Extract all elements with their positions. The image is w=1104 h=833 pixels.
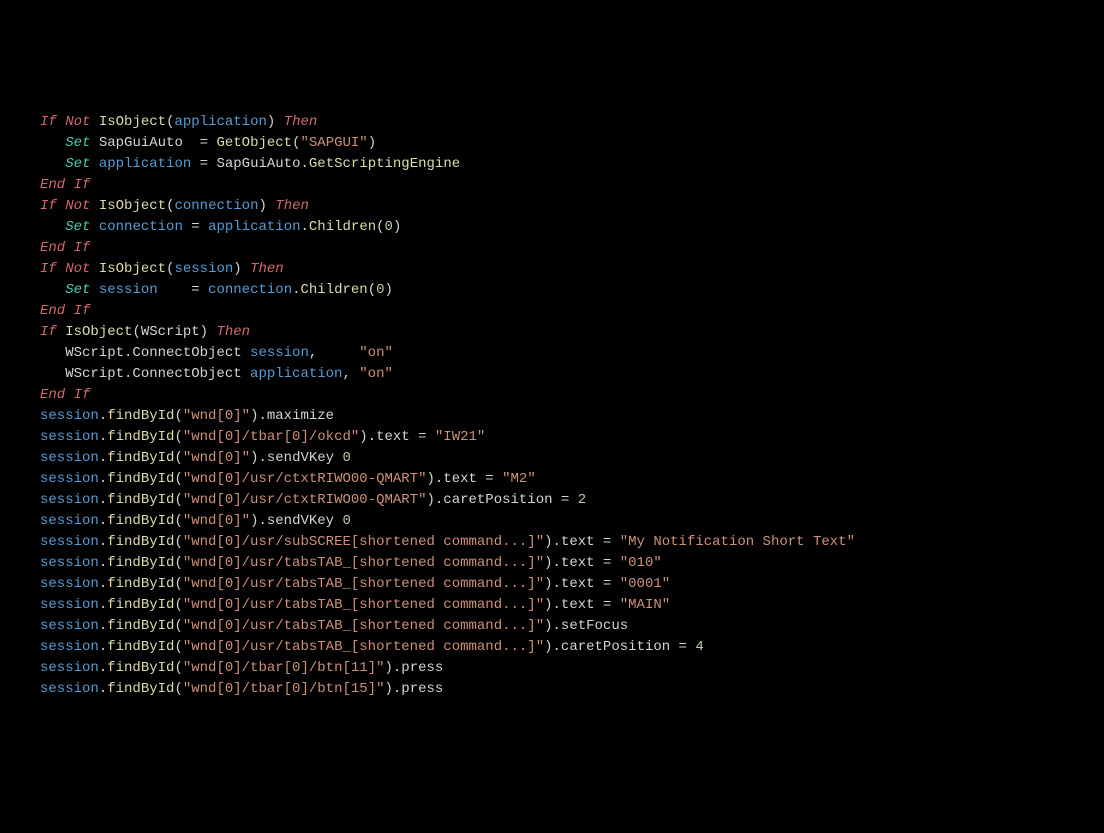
code-line: WScript.ConnectObject application, "on" <box>40 364 1064 385</box>
code-line: End If <box>40 385 1064 406</box>
code-line: session.findById("wnd[0]/usr/subSCREE[sh… <box>40 532 1064 553</box>
code-block: If Not IsObject(application) Then Set Sa… <box>40 112 1064 700</box>
code-line: session.findById("wnd[0]/tbar[0]/okcd").… <box>40 427 1064 448</box>
code-line: WScript.ConnectObject session, "on" <box>40 343 1064 364</box>
code-line: session.findById("wnd[0]/usr/tabsTAB_[sh… <box>40 574 1064 595</box>
code-line: session.findById("wnd[0]/usr/tabsTAB_[sh… <box>40 637 1064 658</box>
code-line: Set session = connection.Children(0) <box>40 280 1064 301</box>
code-line: session.findById("wnd[0]/tbar[0]/btn[15]… <box>40 679 1064 700</box>
code-line: session.findById("wnd[0]/tbar[0]/btn[11]… <box>40 658 1064 679</box>
code-line: If IsObject(WScript) Then <box>40 322 1064 343</box>
code-line: If Not IsObject(application) Then <box>40 112 1064 133</box>
code-line: session.findById("wnd[0]/usr/tabsTAB_[sh… <box>40 553 1064 574</box>
code-line: session.findById("wnd[0]").sendVKey 0 <box>40 511 1064 532</box>
code-line: session.findById("wnd[0]/usr/tabsTAB_[sh… <box>40 595 1064 616</box>
code-line: If Not IsObject(session) Then <box>40 259 1064 280</box>
code-line: session.findById("wnd[0]/usr/ctxtRIWO00-… <box>40 469 1064 490</box>
code-line: Set application = SapGuiAuto.GetScriptin… <box>40 154 1064 175</box>
code-line: Set connection = application.Children(0) <box>40 217 1064 238</box>
code-line: session.findById("wnd[0]/usr/ctxtRIWO00-… <box>40 490 1064 511</box>
code-line: End If <box>40 301 1064 322</box>
code-line: End If <box>40 175 1064 196</box>
code-line: session.findById("wnd[0]").maximize <box>40 406 1064 427</box>
code-line: session.findById("wnd[0]").sendVKey 0 <box>40 448 1064 469</box>
code-line: Set SapGuiAuto = GetObject("SAPGUI") <box>40 133 1064 154</box>
code-line: If Not IsObject(connection) Then <box>40 196 1064 217</box>
code-line: session.findById("wnd[0]/usr/tabsTAB_[sh… <box>40 616 1064 637</box>
code-line: End If <box>40 238 1064 259</box>
